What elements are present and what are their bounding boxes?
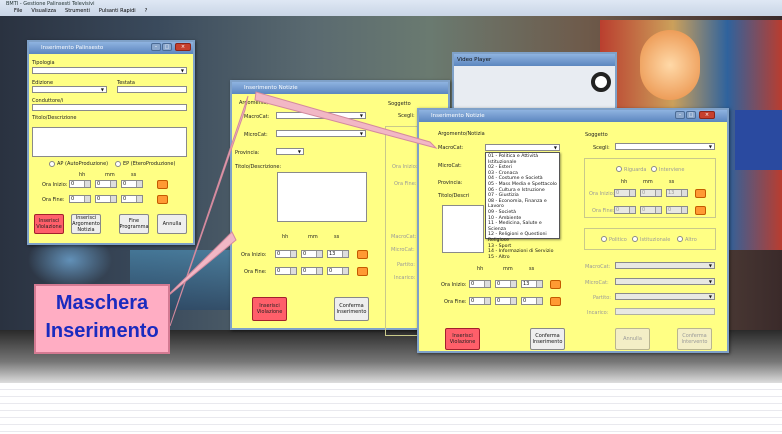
callout-line1: Maschera [55,292,149,314]
maschera-callout: Maschera Inserimento [34,284,170,354]
callout-arrows [162,91,438,327]
arrow-to-argomento [169,95,249,327]
callout-line2: Inserimento [45,320,159,342]
arrow-to-macrocat [254,91,438,149]
